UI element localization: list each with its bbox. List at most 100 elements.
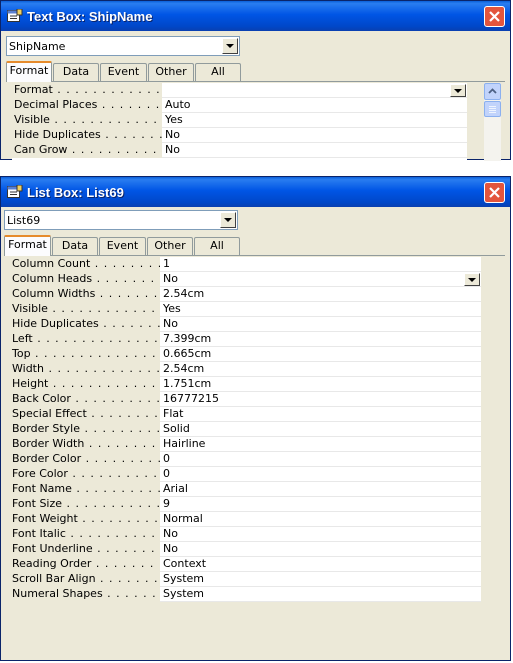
property-value[interactable]: Solid — [162, 422, 481, 437]
property-value[interactable]: 1.751cm — [162, 377, 481, 392]
property-row-hide-duplicates[interactable]: Hide Duplicates . . . . . . . . . .No — [10, 317, 481, 332]
property-value[interactable]: 2.54cm — [162, 287, 481, 302]
vertical-scrollbar[interactable] — [484, 83, 501, 161]
property-row-font-name[interactable]: Font Name . . . . . . . . . . . . . .Ari… — [10, 482, 481, 497]
property-row-visible[interactable]: Visible . . . . . . . . . . . . . . . . … — [12, 113, 467, 128]
property-value[interactable]: System — [162, 572, 481, 587]
property-grid: Format . . . . . . . . . . . . . . . Dec… — [12, 83, 467, 161]
scroll-up-button[interactable] — [484, 83, 501, 100]
object-selector-dropdown-button[interactable] — [222, 38, 238, 54]
listbox-properties-window: List Box: List69 List69 Format Data Even… — [0, 176, 511, 661]
property-row-left[interactable]: Left . . . . . . . . . . . . . . . . . .… — [10, 332, 481, 347]
property-value[interactable]: 7.399cm — [162, 332, 481, 347]
property-row-column-heads[interactable]: Column Heads . . . . . . . . . . .No — [10, 272, 481, 287]
property-name: Hide Duplicates . . . . . . . . . — [12, 128, 162, 143]
property-name: Height . . . . . . . . . . . . . . . . — [10, 377, 160, 392]
property-name: Column Widths . . . . . . . . . . — [10, 287, 160, 302]
tab-all[interactable]: All — [194, 237, 240, 255]
tab-data[interactable]: Data — [52, 237, 98, 255]
tab-other[interactable]: Other — [147, 237, 193, 255]
property-value[interactable]: Context — [162, 557, 481, 572]
property-row-height[interactable]: Height . . . . . . . . . . . . . . . .1.… — [10, 377, 481, 392]
property-row-border-style[interactable]: Border Style . . . . . . . . . . . .Soli… — [10, 422, 481, 437]
tab-other[interactable]: Other — [148, 63, 194, 81]
property-row-font-italic[interactable]: Font Italic . . . . . . . . . . . . . .N… — [10, 527, 481, 542]
object-selector-combo[interactable]: ShipName — [6, 36, 240, 56]
property-value[interactable]: Auto — [164, 98, 467, 113]
property-value[interactable]: 1 — [162, 257, 481, 272]
property-row-fore-color[interactable]: Fore Color . . . . . . . . . . . . . .0 — [10, 467, 481, 482]
property-value[interactable]: No — [164, 143, 467, 158]
property-name: Width . . . . . . . . . . . . . . . . . — [10, 362, 160, 377]
property-name: Column Count . . . . . . . . . . . — [10, 257, 160, 272]
property-row-reading-order[interactable]: Reading Order . . . . . . . . . .Context — [10, 557, 481, 572]
close-button[interactable] — [484, 6, 505, 27]
property-value[interactable]: Flat — [162, 407, 481, 422]
object-selector-dropdown-button[interactable] — [220, 212, 236, 228]
column-heads-dropdown-button[interactable] — [464, 273, 480, 286]
property-value[interactable]: Yes — [164, 113, 467, 128]
title-bar[interactable]: Text Box: ShipName — [1, 1, 510, 31]
property-row-special-effect[interactable]: Special Effect . . . . . . . . . . .Flat — [10, 407, 481, 422]
property-value[interactable]: 2.54cm — [162, 362, 481, 377]
property-row-border-width[interactable]: Border Width . . . . . . . . . . . .Hair… — [10, 437, 481, 452]
property-row-visible[interactable]: Visible . . . . . . . . . . . . . . . .Y… — [10, 302, 481, 317]
property-row-hide-duplicates[interactable]: Hide Duplicates . . . . . . . . . No — [12, 128, 467, 143]
tab-divider — [6, 81, 505, 82]
property-name: Border Width . . . . . . . . . . . . — [10, 437, 160, 452]
property-row-decimal-places[interactable]: Decimal Places . . . . . . . . . . Auto — [12, 98, 467, 113]
property-value[interactable]: No — [162, 272, 481, 287]
tab-event[interactable]: Event — [100, 63, 147, 81]
property-name: Special Effect . . . . . . . . . . . — [10, 407, 160, 422]
property-row-can-grow[interactable]: Can Grow . . . . . . . . . . . . . No — [12, 143, 467, 158]
object-selector-combo[interactable]: List69 — [4, 210, 238, 230]
property-row-font-underline[interactable]: Font Underline . . . . . . . . . .No — [10, 542, 481, 557]
property-name: Decimal Places . . . . . . . . . . — [12, 98, 162, 113]
property-row-column-widths[interactable]: Column Widths . . . . . . . . . .2.54cm — [10, 287, 481, 302]
property-row-font-size[interactable]: Font Size . . . . . . . . . . . . . .9 — [10, 497, 481, 512]
tab-all[interactable]: All — [195, 63, 241, 81]
property-row-back-color[interactable]: Back Color . . . . . . . . . . . . .1677… — [10, 392, 481, 407]
property-row-font-weight[interactable]: Font Weight . . . . . . . . . . . .Norma… — [10, 512, 481, 527]
format-dropdown-button[interactable] — [450, 84, 466, 97]
property-tabs: Format Data Event Other All — [4, 235, 304, 256]
property-value[interactable]: Arial — [162, 482, 481, 497]
property-value[interactable]: 0 — [162, 467, 481, 482]
grip-line — [489, 106, 496, 107]
property-value[interactable]: No — [162, 542, 481, 557]
tab-data[interactable]: Data — [53, 63, 99, 81]
tab-format[interactable]: Format — [4, 235, 51, 256]
property-row-border-color[interactable]: Border Color . . . . . . . . . . . .0 — [10, 452, 481, 467]
property-row-numeral-shapes[interactable]: Numeral Shapes . . . . . . . . .System — [10, 587, 481, 602]
property-row-scroll-bar-align[interactable]: Scroll Bar Align . . . . . . . . .System — [10, 572, 481, 587]
property-value[interactable]: Normal — [162, 512, 481, 527]
property-value[interactable]: Yes — [162, 302, 481, 317]
property-value[interactable]: No — [164, 128, 467, 143]
property-row-column-count[interactable]: Column Count . . . . . . . . . . .1 — [10, 257, 481, 272]
property-value[interactable]: 9 — [162, 497, 481, 512]
tab-divider — [4, 255, 505, 256]
property-row-top[interactable]: Top . . . . . . . . . . . . . . . . . .0… — [10, 347, 481, 362]
property-value[interactable]: System — [162, 587, 481, 602]
property-value[interactable] — [164, 83, 467, 98]
property-name: Font Italic . . . . . . . . . . . . . . — [10, 527, 160, 542]
property-name: Top . . . . . . . . . . . . . . . . . . — [10, 347, 160, 362]
property-row-width[interactable]: Width . . . . . . . . . . . . . . . . .2… — [10, 362, 481, 377]
property-value[interactable]: No — [162, 317, 481, 332]
close-button[interactable] — [484, 182, 505, 203]
tab-event[interactable]: Event — [99, 237, 146, 255]
grip-line — [489, 110, 496, 111]
property-value[interactable]: 16777215 — [162, 392, 481, 407]
property-name: Reading Order . . . . . . . . . . — [10, 557, 160, 572]
scroll-thumb[interactable] — [484, 101, 501, 117]
close-icon — [489, 187, 500, 198]
close-icon — [489, 11, 500, 22]
property-value[interactable]: No — [162, 527, 481, 542]
title-bar[interactable]: List Box: List69 — [1, 177, 510, 207]
tab-format[interactable]: Format — [6, 61, 52, 82]
property-name: Can Grow . . . . . . . . . . . . . — [12, 143, 162, 158]
property-value[interactable]: Hairline — [162, 437, 481, 452]
property-row-format[interactable]: Format . . . . . . . . . . . . . . . — [12, 83, 467, 98]
property-value[interactable]: 0 — [162, 452, 481, 467]
property-value[interactable]: 0.665cm — [162, 347, 481, 362]
